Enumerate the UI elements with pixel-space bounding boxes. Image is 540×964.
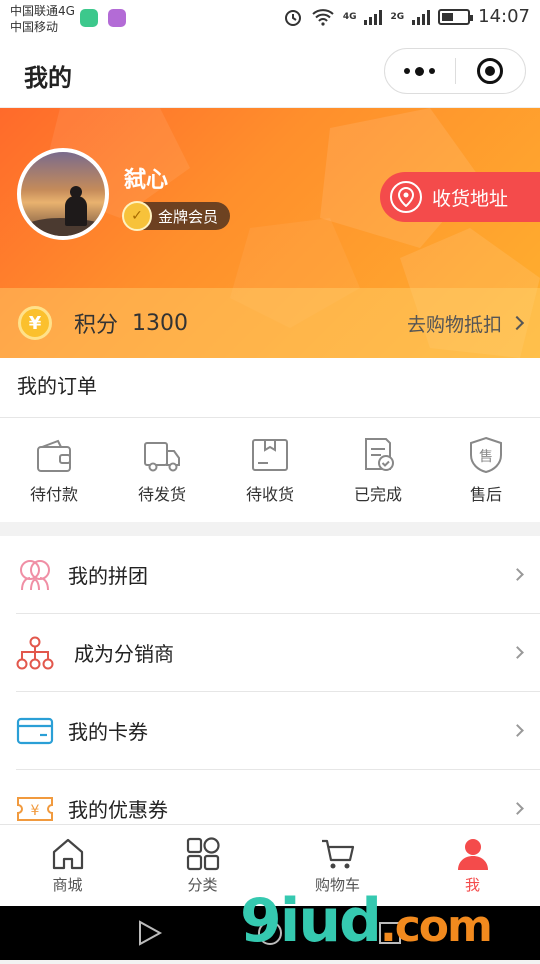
order-pending-shipment[interactable]: 待发货 bbox=[108, 418, 216, 522]
order-item-label: 待付款 bbox=[29, 485, 78, 504]
location-pin-icon bbox=[390, 181, 422, 213]
signal-icon-2 bbox=[412, 9, 431, 25]
chevron-right-icon bbox=[511, 568, 524, 581]
after-sales-icon: 售 bbox=[470, 436, 502, 474]
battery-icon bbox=[438, 8, 474, 25]
carrier-info: 中国联通4G 中国移动 bbox=[10, 3, 75, 35]
order-pending-payment[interactable]: 待付款 bbox=[0, 418, 108, 522]
orders-section: 我的订单 待付款 待发货 待收货 已完成 售 售后 bbox=[0, 358, 540, 522]
carrier-2: 中国移动 bbox=[10, 20, 59, 34]
health-app-icon bbox=[80, 9, 98, 27]
close-target-icon bbox=[477, 58, 504, 84]
menu-item-label: 我的优惠券 bbox=[68, 798, 168, 822]
page-title: 我的 bbox=[24, 64, 72, 92]
clock: 14:07 bbox=[478, 6, 530, 27]
profile-icon bbox=[457, 839, 488, 870]
points-value: 1300 bbox=[132, 310, 189, 336]
back-icon bbox=[139, 920, 163, 946]
menu-item-cards[interactable]: 我的卡券 bbox=[16, 692, 540, 770]
wallet-icon bbox=[37, 439, 71, 472]
mini-program-capsule bbox=[384, 48, 526, 94]
status-right: 4G 2G 14:07 bbox=[283, 6, 530, 27]
tab-label: 商城 bbox=[52, 876, 83, 894]
order-item-label: 售后 bbox=[469, 485, 502, 504]
order-item-label: 待收货 bbox=[245, 485, 294, 504]
truck-icon bbox=[144, 442, 180, 472]
points-label: 积分 bbox=[74, 313, 119, 338]
member-badge: ✓ 金牌会员 bbox=[122, 201, 231, 231]
chevron-right-icon bbox=[511, 646, 524, 659]
tab-label: 分类 bbox=[187, 876, 218, 894]
coin-icon: ¥ bbox=[18, 306, 52, 340]
order-pending-receipt[interactable]: 待收货 bbox=[216, 418, 324, 522]
category-icon bbox=[186, 837, 220, 871]
tab-home[interactable]: 商城 bbox=[0, 825, 135, 906]
order-after-sales[interactable]: 售 售后 bbox=[432, 418, 540, 522]
signal-icon-1 bbox=[364, 9, 383, 25]
orders-title[interactable]: 我的订单 bbox=[0, 358, 540, 418]
member-medal-icon: ✓ bbox=[122, 201, 152, 231]
menu-item-distributor[interactable]: 成为分销商 bbox=[16, 614, 540, 692]
address-button[interactable]: 收货地址 bbox=[380, 172, 540, 222]
coupon-icon: ¥ bbox=[17, 796, 53, 821]
member-level: 金牌会员 bbox=[158, 207, 219, 226]
chevron-right-icon bbox=[511, 724, 524, 737]
menu-item-label: 我的卡券 bbox=[68, 720, 148, 744]
svg-text:¥: ¥ bbox=[31, 803, 40, 819]
menu-item-label: 我的拼团 bbox=[68, 564, 148, 588]
chevron-right-icon bbox=[511, 802, 524, 815]
svg-text:售: 售 bbox=[479, 449, 493, 465]
points-redeem-link[interactable]: 去购物抵扣 bbox=[406, 310, 525, 337]
username: 弑心 bbox=[124, 168, 169, 193]
card-icon bbox=[16, 717, 54, 744]
order-completed[interactable]: 已完成 bbox=[324, 418, 432, 522]
avatar[interactable] bbox=[17, 148, 109, 240]
carrier-1: 中国联通4G bbox=[10, 4, 75, 18]
alarm-icon bbox=[284, 9, 301, 26]
watermark: 9iud.com bbox=[240, 886, 493, 956]
wifi-icon bbox=[312, 8, 334, 26]
more-button[interactable] bbox=[385, 49, 455, 93]
menu-item-label: 成为分销商 bbox=[74, 642, 174, 666]
package-icon bbox=[252, 439, 288, 471]
close-button[interactable] bbox=[456, 49, 526, 93]
more-icon bbox=[404, 66, 436, 76]
distributor-icon bbox=[16, 636, 54, 669]
watermark-text: 9iud bbox=[240, 886, 382, 956]
watermark-suffix: .com bbox=[379, 901, 493, 952]
order-status-row: 待付款 待发货 待收货 已完成 售 售后 bbox=[0, 418, 540, 522]
address-button-label: 收货地址 bbox=[432, 187, 509, 210]
network-type-1: 4G bbox=[342, 11, 357, 22]
points-link-label: 去购物抵扣 bbox=[406, 313, 502, 336]
status-bar: 中国联通4G 中国移动 4G 2G 14:07 bbox=[0, 0, 540, 36]
cart-icon bbox=[321, 839, 354, 869]
order-item-label: 待发货 bbox=[137, 485, 186, 504]
profile-header: 弑心 ✓ 金牌会员 收货地址 ¥ 积分 1300 去购物抵扣 bbox=[0, 108, 540, 358]
points-bar[interactable]: ¥ 积分 1300 去购物抵扣 bbox=[0, 288, 540, 358]
nav-bar: 我的 bbox=[0, 36, 540, 108]
chevron-right-icon bbox=[509, 315, 525, 331]
gallery-app-icon bbox=[108, 9, 126, 27]
menu-item-coupons[interactable]: ¥ 我的优惠券 bbox=[16, 770, 540, 824]
home-icon bbox=[52, 838, 83, 870]
notification-icons bbox=[80, 9, 126, 27]
network-type-2: 2G bbox=[390, 11, 405, 22]
menu-item-group-buy[interactable]: 我的拼团 bbox=[16, 536, 540, 614]
completed-icon bbox=[365, 438, 394, 471]
group-buy-icon bbox=[20, 559, 50, 590]
order-item-label: 已完成 bbox=[353, 485, 402, 504]
menu-list: 我的拼团 成为分销商 我的卡券 ¥ 我的优惠券 bbox=[0, 536, 540, 824]
